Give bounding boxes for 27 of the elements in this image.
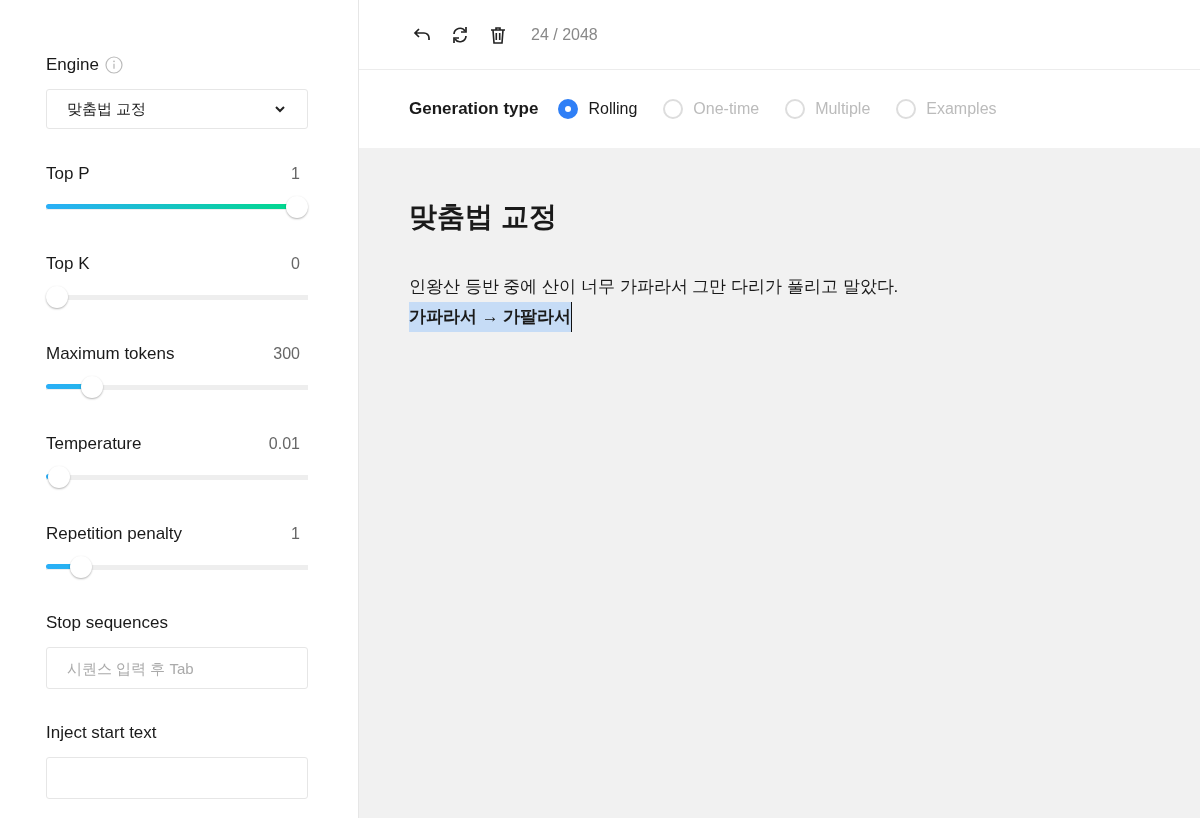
slider-value: 300 [273, 345, 300, 363]
slider-thumb[interactable] [46, 286, 68, 308]
slider-label: Top K [46, 254, 90, 274]
slider-label: Temperature [46, 434, 142, 454]
slider-value: 0.01 [268, 435, 300, 453]
field-label: Stop sequences [46, 613, 169, 634]
text-line: 인왕산 등반 중에 산이 너무 가파라서 그만 다리가 풀리고 말았다. [409, 276, 899, 298]
slider-thumb[interactable] [286, 196, 308, 218]
input-field[interactable]: 시퀀스 입력 후 Tab [46, 647, 308, 689]
slider-label: Top P [46, 164, 90, 184]
engine-label: Engine [46, 55, 99, 75]
slider-thumb[interactable] [70, 556, 92, 578]
input-field[interactable] [46, 757, 308, 799]
slider-value: 1 [291, 165, 300, 183]
token-counter: 24 / 2048 [531, 25, 598, 44]
slider-thumb[interactable] [81, 376, 104, 398]
document-title: 맞춤법 교정 [409, 200, 558, 234]
slider-value: 1 [291, 525, 300, 543]
engine-dropdown[interactable]: 맞춤법 교정 [46, 89, 308, 129]
generation-type-label: Generation type [409, 99, 539, 119]
slider-value: 0 [291, 255, 300, 273]
slider-label: Repetition penalty [46, 524, 183, 544]
radio-option[interactable]: Rolling [558, 99, 644, 119]
slider-label: Maximum tokens [46, 344, 175, 364]
info-icon[interactable] [104, 56, 123, 74]
slider-thumb[interactable] [48, 466, 71, 488]
field-label: Inject start text [46, 723, 158, 744]
